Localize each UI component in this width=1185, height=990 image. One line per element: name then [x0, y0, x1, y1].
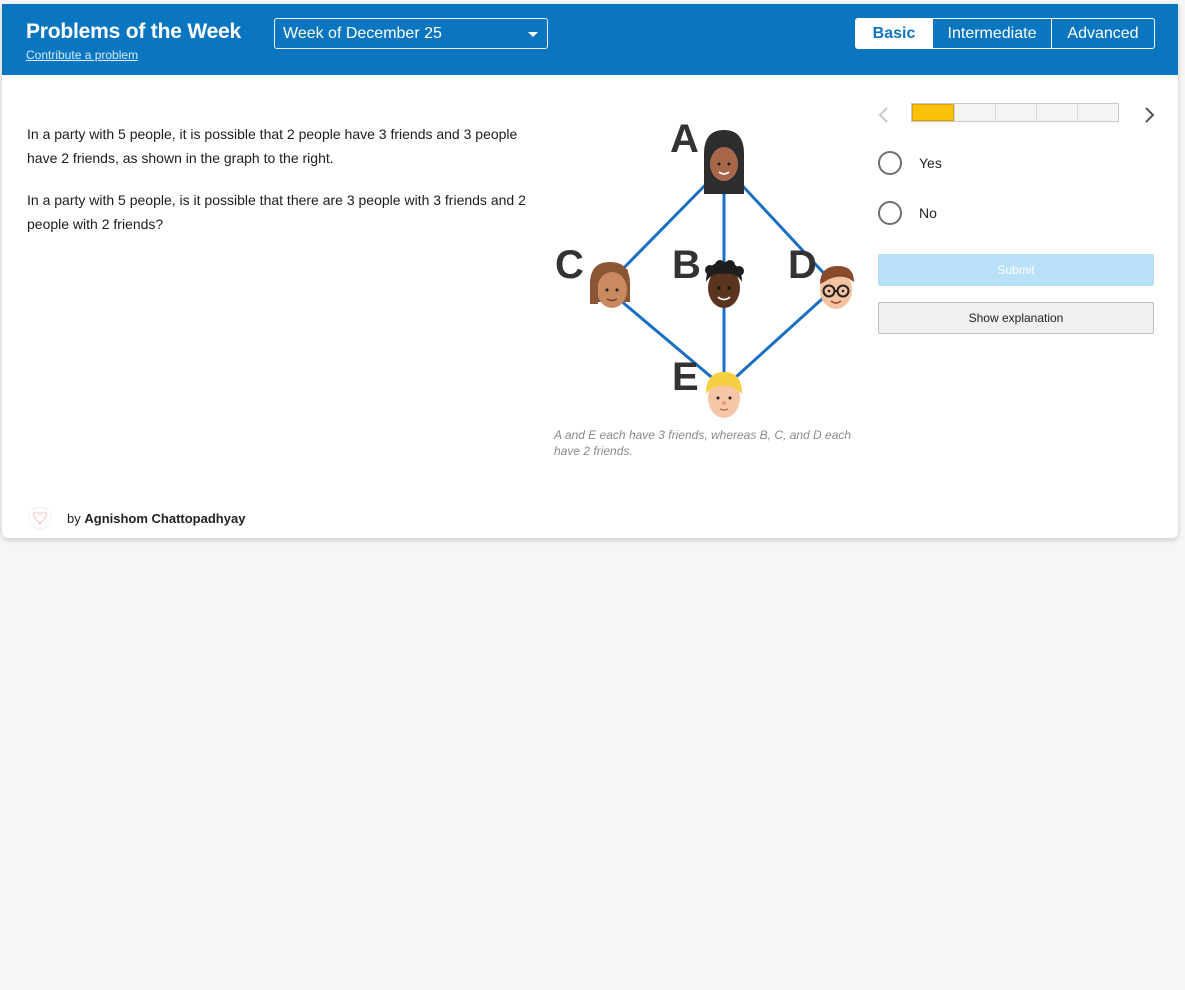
page-title: Problems of the Week: [26, 20, 242, 43]
week-select-value: Week of December 25: [283, 25, 442, 42]
radio-yes[interactable]: [878, 151, 902, 175]
progress-bar: [911, 103, 1119, 122]
progress-segment-5: [1077, 104, 1118, 121]
diagram-caption: A and E each have 3 friends, whereas B, …: [554, 428, 852, 458]
problem-card: Problems of the Week Contribute a proble…: [2, 4, 1178, 538]
header-bar: Problems of the Week Contribute a proble…: [2, 4, 1178, 75]
option-no[interactable]: No: [878, 199, 937, 227]
problem-paragraph-2: In a party with 5 people, is it possible…: [27, 192, 526, 232]
progress-segment-2: [954, 104, 995, 121]
contribute-link[interactable]: Contribute a problem: [26, 48, 138, 62]
author-name[interactable]: Agnishom Chattopadhyay: [84, 511, 245, 526]
friendship-graph: A B C D E: [555, 117, 854, 418]
author-prefix: by: [67, 510, 81, 526]
tab-advanced[interactable]: Advanced: [1051, 19, 1154, 48]
person-a-icon: [704, 130, 744, 194]
problem-paragraph-1: In a party with 5 people, it is possible…: [27, 126, 518, 166]
chevron-right-icon: [1145, 107, 1155, 123]
show-explanation-button[interactable]: Show explanation: [878, 302, 1154, 334]
author-credit: by Agnishom Chattopadhyay: [28, 506, 245, 530]
person-d-icon: [820, 266, 854, 309]
progress-segment-3: [995, 104, 1036, 121]
label-b: B: [672, 243, 701, 287]
option-no-label: No: [919, 205, 937, 221]
submit-button[interactable]: Submit: [878, 254, 1154, 286]
progress-segment-1: [912, 104, 954, 121]
label-c: C: [555, 243, 584, 287]
label-e: E: [672, 355, 699, 399]
person-b-icon: [705, 260, 744, 308]
label-d: D: [788, 243, 817, 287]
person-e-icon: [706, 372, 742, 418]
label-a: A: [670, 117, 699, 161]
avatar: [28, 506, 52, 530]
tab-basic[interactable]: Basic: [856, 19, 932, 48]
chevron-left-icon: [878, 107, 888, 123]
progress-segment-4: [1036, 104, 1077, 121]
edge-c-e: [606, 288, 724, 388]
edge-d-e: [724, 288, 834, 388]
problem-text: In a party with 5 people, it is possible…: [27, 122, 539, 254]
chevron-down-icon: [528, 32, 538, 37]
level-tabs: Basic Intermediate Advanced: [855, 18, 1155, 49]
previous-problem-button[interactable]: [876, 105, 892, 125]
option-yes[interactable]: Yes: [878, 149, 942, 177]
next-problem-button[interactable]: [1141, 105, 1157, 125]
person-c-icon: [590, 262, 630, 308]
option-yes-label: Yes: [919, 155, 942, 171]
tab-intermediate[interactable]: Intermediate: [932, 19, 1051, 48]
radio-no[interactable]: [878, 201, 902, 225]
week-select[interactable]: Week of December 25: [274, 18, 548, 49]
